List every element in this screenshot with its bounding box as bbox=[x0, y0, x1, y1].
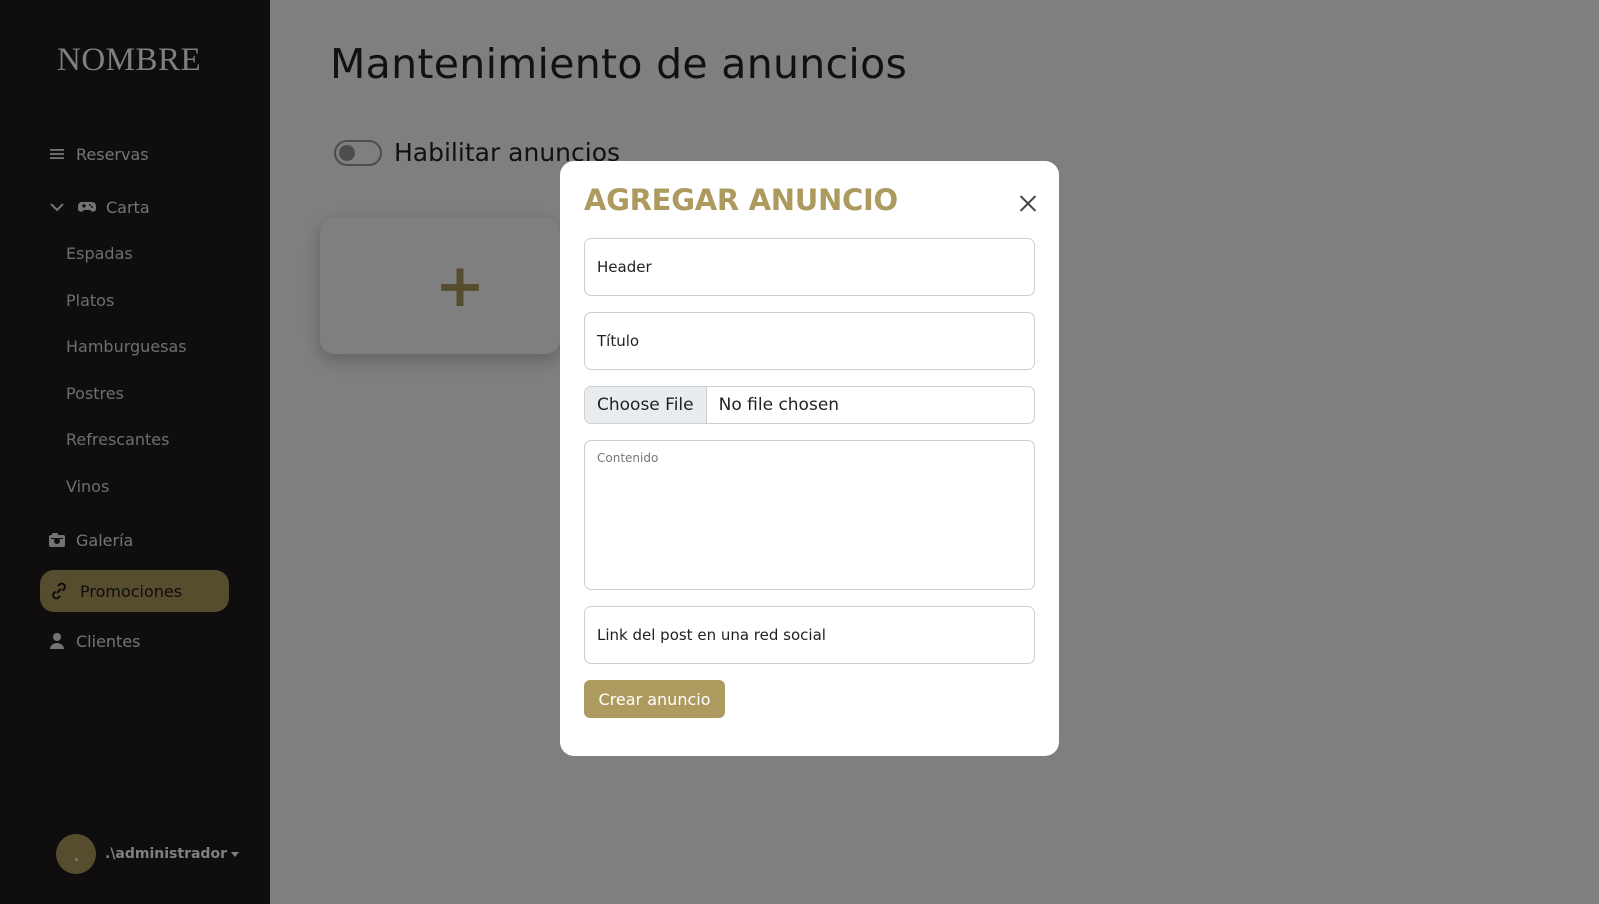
close-icon[interactable] bbox=[1016, 191, 1040, 215]
link-input[interactable]: Link del post en una red social bbox=[584, 606, 1035, 664]
file-status: No file chosen bbox=[718, 395, 840, 415]
choose-file-button[interactable]: Choose File bbox=[585, 387, 707, 423]
titulo-input[interactable]: Título bbox=[584, 312, 1035, 370]
file-input[interactable]: Choose File No file chosen bbox=[584, 386, 1035, 424]
contenido-textarea[interactable]: Contenido bbox=[584, 440, 1035, 590]
modal-title: AGREGAR ANUNCIO bbox=[584, 183, 898, 217]
create-ad-button[interactable]: Crear anuncio bbox=[584, 680, 725, 718]
header-input[interactable]: Header bbox=[584, 238, 1035, 296]
add-announcement-modal: AGREGAR ANUNCIO Header Título Choose Fil… bbox=[560, 161, 1059, 756]
